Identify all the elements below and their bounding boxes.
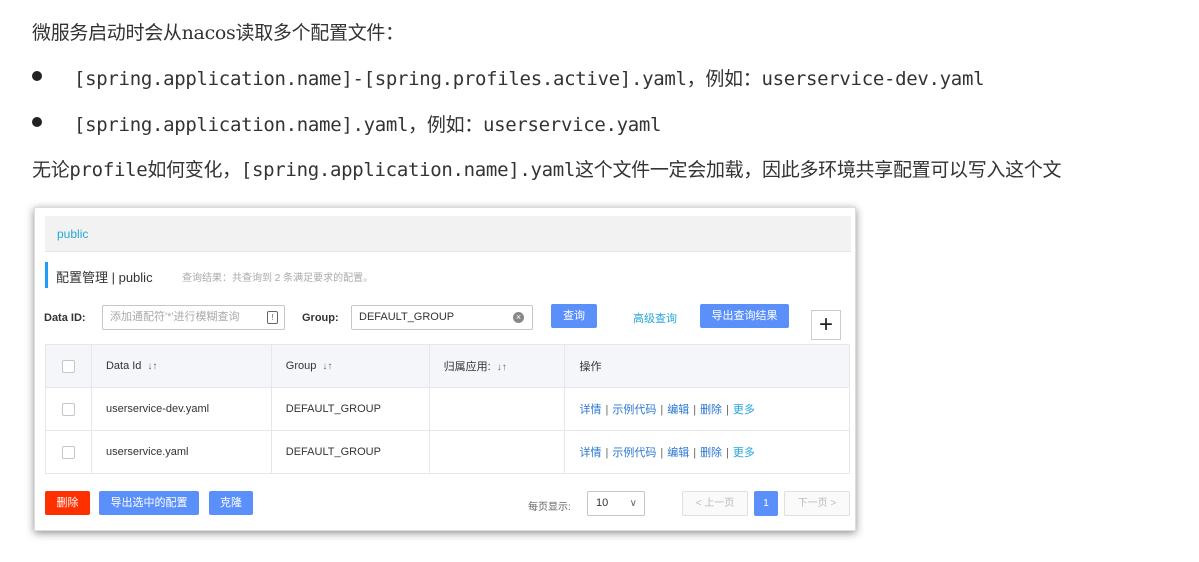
search-row: Data ID: 添加通配符'*'进行模糊查询 ! Group: DEFAULT… — [35, 304, 857, 334]
next-page-button[interactable]: 下一页 > — [784, 491, 850, 516]
table-header-row: Data Id ↓↑ Group ↓↑ 归属应用: ↓↑ 操作 — [45, 344, 850, 388]
group-label: Group: — [302, 312, 339, 324]
row-checkbox[interactable] — [62, 445, 75, 459]
sort-icon[interactable]: ↓↑ — [322, 361, 332, 372]
header-app[interactable]: 归属应用: ↓↑ — [428, 344, 566, 388]
delete-link[interactable]: 删除 — [700, 447, 722, 459]
title-row: 配置管理 | public 查询结果：共查询到 2 条满足要求的配置。 — [45, 262, 851, 288]
export-results-button[interactable]: 导出查询结果 — [700, 304, 789, 328]
group-input[interactable]: DEFAULT_GROUP × — [351, 305, 533, 330]
group-value: DEFAULT_GROUP — [359, 311, 455, 323]
nacos-config-panel: public 配置管理 | public 查询结果：共查询到 2 条满足要求的配… — [34, 207, 856, 531]
chevron-down-icon: ∨ — [629, 498, 637, 509]
row-operations: 详情 | 示例代码 | 编辑 | 删除 | 更多 — [564, 430, 850, 474]
bullet-text-2: [spring.application.name].yaml，例如：userse… — [74, 114, 662, 136]
edit-link[interactable]: 编辑 — [667, 447, 689, 459]
table-row: userservice-dev.yaml DEFAULT_GROUP 详情 | 示例… — [45, 387, 850, 431]
row-app — [428, 430, 566, 474]
prev-page-button[interactable]: < 上一页 — [682, 491, 748, 516]
row-data-id: userservice-dev.yaml — [90, 387, 272, 431]
sample-code-link[interactable]: 示例代码 — [612, 447, 656, 459]
delete-selected-button[interactable]: 删除 — [45, 491, 90, 515]
result-summary: 查询结果：共查询到 2 条满足要求的配置。 — [182, 273, 374, 284]
data-id-placeholder: 添加通配符'*'进行模糊查询 — [110, 311, 240, 323]
bullet-text-1: [spring.application.name]-[spring.profil… — [74, 68, 985, 90]
table-row: userservice.yaml DEFAULT_GROUP 详情 | 示例代码 | 编… — [45, 430, 850, 474]
namespace-tab-public[interactable]: public — [57, 227, 88, 241]
advanced-query-link[interactable]: 高级查询 — [633, 310, 677, 326]
page-size-label: 每页显示: — [528, 502, 571, 513]
header-data-id[interactable]: Data Id ↓↑ — [90, 344, 272, 388]
page-title: 配置管理 | public — [56, 270, 153, 285]
row-group: DEFAULT_GROUP — [270, 387, 430, 431]
intro-text: 微服务启动时会从nacos读取多个配置文件： — [32, 22, 404, 44]
page-size-select[interactable]: 10 ∨ — [587, 491, 645, 516]
row-operations: 详情 | 示例代码 | 编辑 | 删除 | 更多 — [564, 387, 850, 431]
header-group[interactable]: Group ↓↑ — [270, 344, 430, 388]
bullet-dot-2 — [32, 117, 42, 127]
more-link[interactable]: 更多 — [733, 404, 755, 416]
bullet-dot-1 — [32, 71, 42, 81]
page-size-value: 10 — [596, 497, 609, 509]
edit-link[interactable]: 编辑 — [667, 404, 689, 416]
namespace-bar: public — [45, 216, 851, 252]
select-all-checkbox[interactable] — [62, 359, 75, 373]
conclusion-text: 无论profile如何变化，[spring.application.name].… — [32, 159, 1062, 181]
row-checkbox[interactable] — [62, 402, 75, 416]
query-button[interactable]: 查询 — [551, 304, 597, 328]
clone-button[interactable]: 克隆 — [209, 491, 253, 515]
input-help-icon: ! — [267, 311, 278, 324]
sort-icon[interactable]: ↓↑ — [497, 362, 507, 373]
delete-link[interactable]: 删除 — [700, 404, 722, 416]
data-id-input[interactable]: 添加通配符'*'进行模糊查询 ! — [102, 305, 285, 330]
header-operations: 操作 — [564, 344, 850, 388]
row-data-id: userservice.yaml — [90, 430, 272, 474]
detail-link[interactable]: 详情 — [579, 447, 601, 459]
sort-icon[interactable]: ↓↑ — [147, 361, 157, 372]
config-table: Data Id ↓↑ Group ↓↑ 归属应用: ↓↑ 操作 userservice… — [45, 344, 850, 474]
table-footer: 删除 导出选中的配置 克隆 每页显示: 10 ∨ < 上一页 1 下一页 > — [35, 490, 857, 520]
page-1-button[interactable]: 1 — [754, 491, 778, 516]
row-group: DEFAULT_GROUP — [270, 430, 430, 474]
sample-code-link[interactable]: 示例代码 — [612, 404, 656, 416]
more-link[interactable]: 更多 — [733, 447, 755, 459]
export-selected-button[interactable]: 导出选中的配置 — [99, 491, 199, 515]
detail-link[interactable]: 详情 — [579, 404, 601, 416]
row-app — [428, 387, 566, 431]
add-config-button[interactable]: + — [811, 310, 841, 340]
title-accent — [45, 262, 48, 288]
clear-icon[interactable]: × — [513, 312, 524, 323]
data-id-label: Data ID: — [44, 312, 86, 324]
